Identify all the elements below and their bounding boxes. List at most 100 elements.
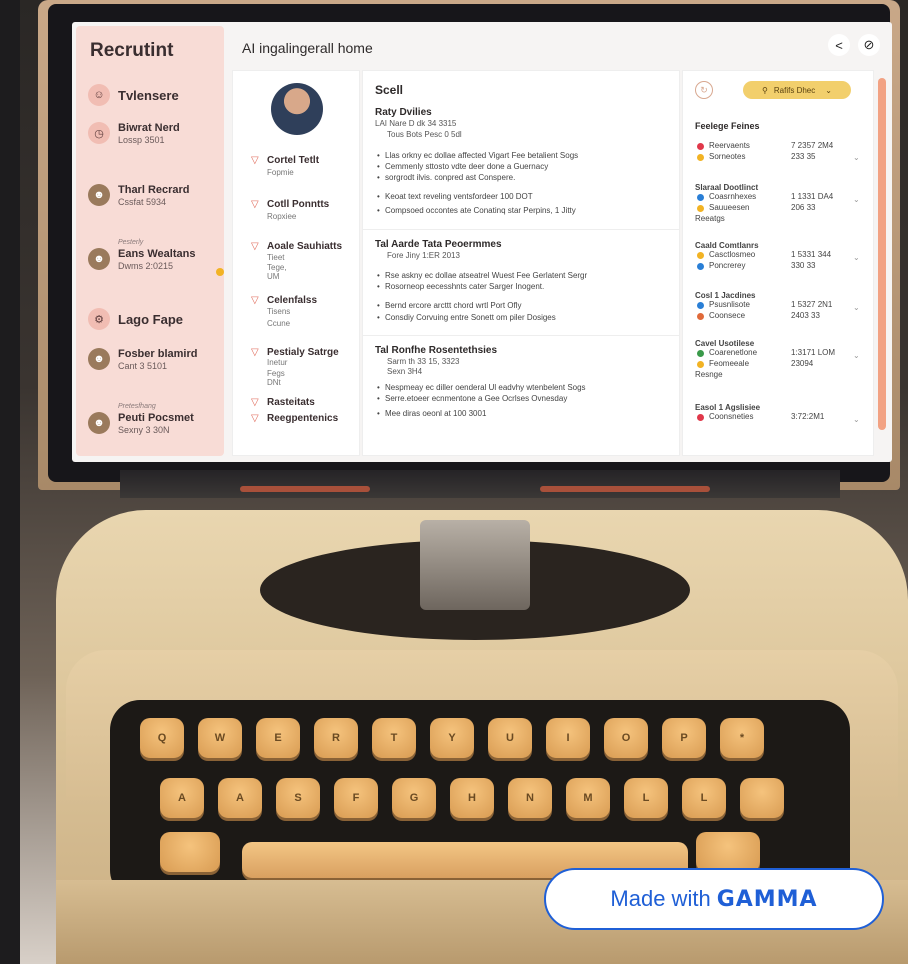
sidebar-item-pre: Pesterly bbox=[118, 239, 144, 246]
hinge-accent bbox=[540, 486, 710, 492]
skill-row: Sauueesen 206 33 bbox=[695, 203, 865, 214]
typewriter-key: T bbox=[372, 718, 416, 758]
skill-name: Psusnlisote bbox=[709, 300, 750, 309]
badge-prefix: Made with bbox=[610, 886, 711, 911]
chevron-down-icon: ▽ bbox=[251, 413, 259, 424]
section-sub: Ccune bbox=[267, 319, 291, 328]
skill-row: Coarenetlone 1:3171 LOM bbox=[695, 348, 865, 359]
skill-group-heading: Cavel Usotilese bbox=[695, 339, 755, 348]
avatar: ☻ bbox=[88, 248, 110, 270]
chevron-down-icon: ▽ bbox=[251, 199, 259, 210]
sidebar: Recrutint ☺ Tvlensere ◷ Biwrat Nerd Loss… bbox=[76, 26, 224, 456]
status-dot bbox=[697, 414, 704, 421]
bullet-item: Compsoed occontes ate Conatinq star Perp… bbox=[377, 206, 670, 215]
skill-group[interactable]: Caald Comtlanrs Casctlosmeo 1 5331 344 Ponc… bbox=[695, 241, 865, 272]
skill-group[interactable]: Cavel Usotilese Coarenetlone 1:3171 LOM Feo… bbox=[695, 339, 865, 379]
typewriter-carriage bbox=[420, 520, 530, 610]
sidebar-item-label: Tvlensere bbox=[118, 88, 179, 103]
skill-group-heading: Easol 1 Agslisiee bbox=[695, 403, 761, 412]
skill-group[interactable]: Reervaents 7 2357 2M4 Sorneotes 233 35 ⌄ bbox=[695, 141, 865, 163]
skill-value: 1:3171 LOM bbox=[791, 348, 836, 357]
typewriter-key: M bbox=[566, 778, 610, 818]
skill-name: Poncrerey bbox=[709, 261, 746, 270]
section-title: Cortel Tetlt bbox=[267, 155, 320, 166]
section-sub: Tisens bbox=[267, 307, 291, 316]
sidebar-item-label: Tharl Recrard bbox=[118, 184, 190, 196]
skills-panel: ↻ ⚲ Rafifs Dhec ⌄ Feelege Feines Reervae… bbox=[682, 70, 874, 456]
experience-meta: Sexn 3H4 bbox=[387, 367, 423, 376]
experience-meta: Fore Jiny 1:ER 2013 bbox=[387, 251, 460, 260]
skill-value: 7 2357 2M4 bbox=[791, 141, 834, 150]
refresh-icon[interactable]: ↻ bbox=[695, 81, 713, 99]
chevron-down-icon: ⌄ bbox=[853, 153, 860, 162]
sidebar-item-label: Peuti Pocsmet bbox=[118, 412, 194, 424]
divider bbox=[363, 335, 679, 336]
experience-meta: LAI Nare D dk 34 3315 bbox=[375, 119, 457, 128]
skill-row: Coasrnhexes 1 1331 DA4 bbox=[695, 192, 865, 203]
skill-name: Casctlosmeo bbox=[709, 250, 756, 259]
scrollbar[interactable] bbox=[878, 78, 886, 430]
gamma-logo: GAMMA bbox=[716, 886, 818, 912]
typewriter-key: A bbox=[218, 778, 262, 818]
skill-value: 1 5331 344 bbox=[791, 250, 832, 259]
status-dot bbox=[697, 194, 704, 201]
skill-group-heading: Caald Comtlanrs bbox=[695, 241, 759, 250]
avatar: ☻ bbox=[88, 412, 110, 434]
skill-group-heading: Slaraal Dootlinct bbox=[695, 183, 759, 192]
typewriter-key: R bbox=[314, 718, 358, 758]
settings-button[interactable]: ⊘ bbox=[858, 34, 880, 56]
laptop-lid: Recrutint ☺ Tvlensere ◷ Biwrat Nerd Loss… bbox=[38, 0, 900, 490]
sidebar-item-label: Fosber blamird bbox=[118, 348, 198, 360]
clock-icon: ◷ bbox=[88, 122, 110, 144]
chevron-down-icon: ⌄ bbox=[853, 195, 860, 204]
photo-scene: Recrutint ☺ Tvlensere ◷ Biwrat Nerd Loss… bbox=[20, 0, 908, 964]
typewriter-key: L bbox=[624, 778, 668, 818]
status-dot bbox=[697, 252, 704, 259]
skill-value: 1 5327 2N1 bbox=[791, 300, 833, 309]
experience-title: Tal Aarde Tata Peoermmes bbox=[375, 239, 502, 250]
experience-panel: Scell Raty Dvilies LAI Nare D dk 34 3315… bbox=[362, 70, 680, 456]
skill-name: Feomeeale bbox=[709, 359, 750, 368]
status-dot bbox=[697, 205, 704, 212]
laptop-bezel: Recrutint ☺ Tvlensere ◷ Biwrat Nerd Loss… bbox=[48, 4, 892, 482]
typewriter-key: S bbox=[276, 778, 320, 818]
bullet-item: Nespmeay ec diller oenderal Ul eadvhy wt… bbox=[377, 383, 670, 392]
status-dot bbox=[697, 350, 704, 357]
status-dot bbox=[216, 268, 224, 276]
typewriter-key bbox=[160, 832, 220, 872]
made-with-gamma-badge[interactable]: Made with GAMMA bbox=[544, 868, 884, 930]
skill-name: Coonsece bbox=[709, 311, 746, 320]
skill-group-heading: Cosl 1 Jacdines bbox=[695, 291, 756, 300]
skill-value: 23094 bbox=[791, 359, 814, 368]
search-icon: ⚲ bbox=[762, 85, 768, 95]
section-sub: Fopmie bbox=[267, 168, 294, 177]
back-button[interactable]: < bbox=[828, 34, 850, 56]
skill-row: Reervaents 7 2357 2M4 bbox=[695, 141, 865, 152]
bullet-item: Serre.etoeer ecnmentone a Gee Ocrlses Ov… bbox=[377, 394, 670, 403]
experience-title: Raty Dvilies bbox=[375, 107, 432, 118]
section-title: Aoale Sauhiatts bbox=[267, 241, 343, 252]
filter-button[interactable]: ⚲ Rafifs Dhec ⌄ bbox=[743, 81, 851, 99]
typewriter-key: P bbox=[662, 718, 706, 758]
skill-group[interactable]: Slaraal Dootlinct Coasrnhexes 1 1331 DA4 Sa… bbox=[695, 183, 865, 223]
skill-group[interactable]: Easol 1 Agslisiee Coonsneties 3:72:2M1 ⌄ bbox=[695, 403, 865, 424]
bullet-item: sorgrodt ilvis. conpred ast Conspere. bbox=[377, 173, 670, 182]
chevron-down-icon: ▽ bbox=[251, 295, 259, 306]
sidebar-item-sub: Lossp 3501 bbox=[118, 135, 165, 145]
skill-row: Poncrerey 330 33 bbox=[695, 261, 865, 272]
skill-value: 233 35 bbox=[791, 152, 816, 161]
skill-value: 3:72:2M1 bbox=[791, 412, 825, 421]
typewriter-key bbox=[696, 832, 760, 872]
bullet-item: Keoat text reveling ventsfordeer 100 DOT bbox=[377, 192, 670, 201]
skill-name: Reervaents bbox=[709, 141, 750, 150]
chevron-down-icon: ⌄ bbox=[825, 85, 832, 95]
typewriter-key: * bbox=[720, 718, 764, 758]
chevron-down-icon: ▽ bbox=[251, 241, 259, 252]
chevron-down-icon: ⌄ bbox=[853, 351, 860, 360]
skill-row: Coonsece 2403 33 bbox=[695, 311, 865, 322]
bullet-item: Cemmenly sttosto vdte deer done a Guerna… bbox=[377, 162, 670, 171]
profile-photo bbox=[271, 83, 323, 135]
skill-value: 1 1331 DA4 bbox=[791, 192, 834, 201]
section-title: Rasteitats bbox=[267, 397, 315, 408]
skill-group[interactable]: Cosl 1 Jacdines Psusnlisote 1 5327 2N1 Coon… bbox=[695, 291, 865, 322]
